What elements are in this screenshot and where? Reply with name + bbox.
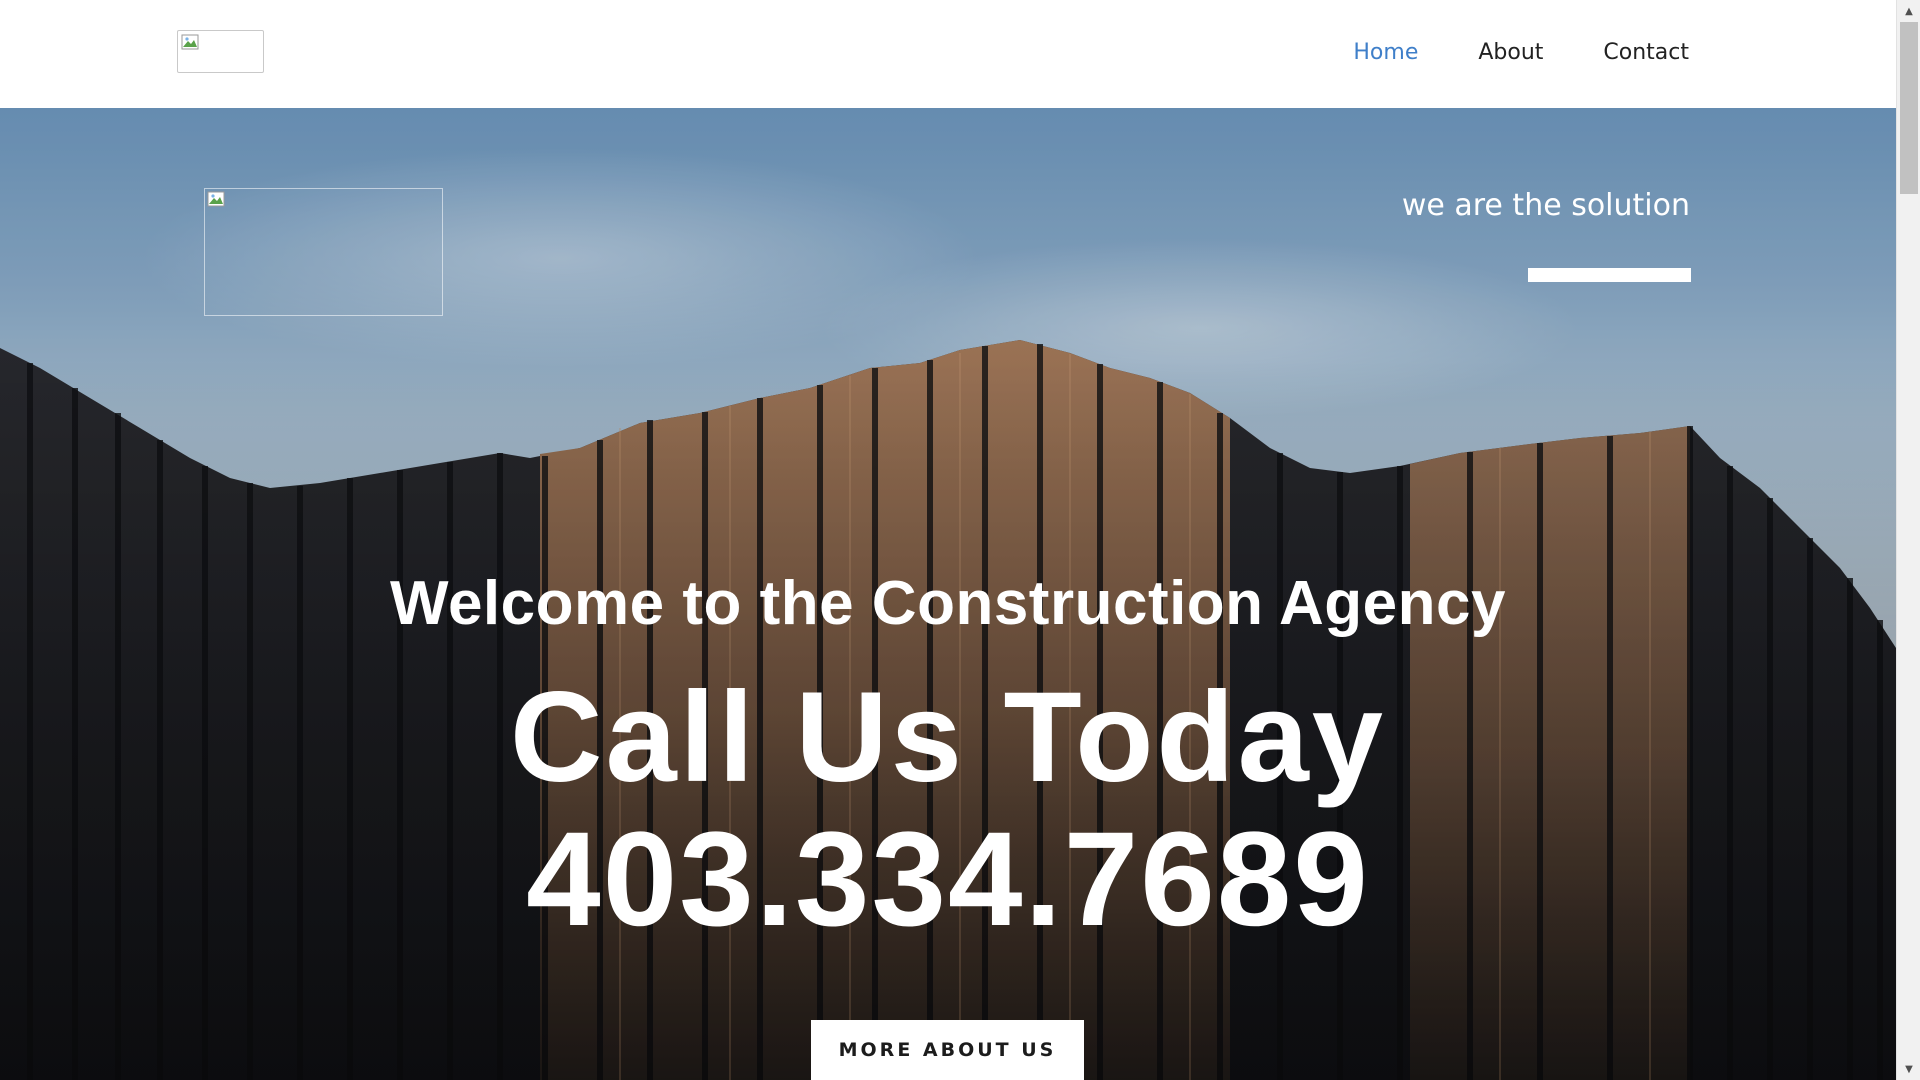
hero-phone-number[interactable]: 403.334.7689 bbox=[0, 810, 1896, 950]
page-scrollbar[interactable]: ▲ ▼ bbox=[1896, 0, 1920, 1080]
hero-call-heading: Call Us Today bbox=[510, 666, 1386, 809]
nav-contact[interactable]: Contact bbox=[1603, 38, 1689, 68]
main-nav: Home About Contact bbox=[1353, 38, 1689, 68]
hero-tagline: we are the solution bbox=[1401, 188, 1690, 223]
scrollbar-thumb[interactable] bbox=[1900, 22, 1918, 194]
tagline-underline bbox=[1528, 268, 1691, 282]
nav-home[interactable]: Home bbox=[1353, 38, 1418, 68]
site-header: Home About Contact bbox=[0, 0, 1896, 108]
broken-image-icon bbox=[181, 34, 199, 50]
hero-content: we are the solution Welcome to the Const… bbox=[0, 108, 1896, 1080]
more-about-us-button[interactable]: MORE ABOUT US bbox=[811, 1020, 1084, 1080]
hero-welcome-heading: Welcome to the Construction Agency bbox=[390, 569, 1506, 638]
broken-image-icon bbox=[207, 191, 225, 207]
chevron-up-icon[interactable]: ▲ bbox=[1897, 2, 1920, 20]
hero-logo bbox=[204, 188, 443, 316]
nav-about[interactable]: About bbox=[1478, 38, 1543, 68]
header-logo[interactable] bbox=[177, 30, 264, 73]
hero-section: we are the solution Welcome to the Const… bbox=[0, 108, 1896, 1080]
chevron-down-icon[interactable]: ▼ bbox=[1897, 1060, 1920, 1078]
